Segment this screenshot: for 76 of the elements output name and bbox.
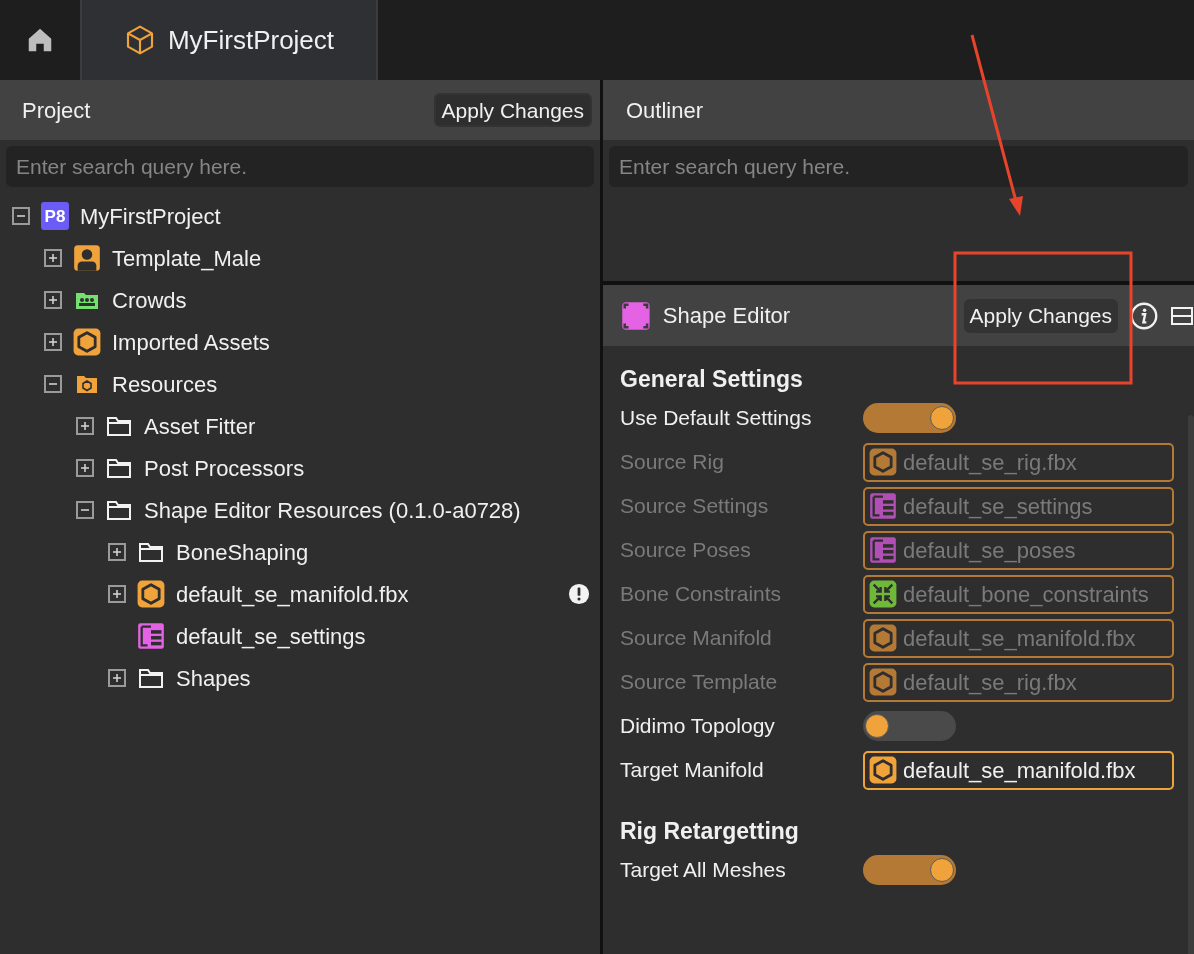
tree-item-label[interactable]: MyFirstProject [80,199,221,233]
property-label: Source Template [620,669,779,696]
search-field[interactable]: Enter search query here. [609,146,1188,187]
apply-changes-button[interactable]: Apply Changes [433,93,592,127]
tree-item-label[interactable]: Shape Editor Resources (0.1.0-a0728) [144,493,521,527]
expand-button[interactable] [108,585,126,603]
folder-icon [106,498,132,522]
panel-title: Shape Editor [662,302,792,330]
settings-file-icon [869,536,897,564]
tree-item-label[interactable]: Imported Assets [112,325,270,359]
expand-button[interactable] [44,249,62,267]
project-tab[interactable]: MyFirstProject [80,0,378,80]
settings-file-icon [869,492,897,520]
tree-item-label[interactable]: default_se_manifold.fbx [176,577,409,611]
expand-button[interactable] [108,669,126,687]
tree-item-label[interactable]: Crowds [112,283,187,317]
section-heading: General Settings [620,365,804,394]
warning-icon [568,583,590,605]
expand-button[interactable] [44,291,62,309]
expand-button[interactable] [76,459,94,477]
asset-name: default_se_settings [903,492,1093,521]
property-label: Source Rig [620,449,725,476]
section-heading: Rig Retargetting [620,817,800,846]
expand-button[interactable] [108,543,126,561]
property-label: Target All Meshes [620,857,787,884]
folder-icon [138,540,164,564]
plus-icon [48,295,58,305]
apply-changes-button[interactable]: Apply Changes [963,298,1118,333]
plus-icon [112,673,122,683]
property-label: Didimo Topology [620,713,776,740]
asset-name: default_se_rig.fbx [903,668,1077,697]
panel-title: Outliner [626,96,704,125]
tree-item-label[interactable]: BoneShaping [176,535,309,569]
search-field[interactable]: Enter search query here. [6,146,594,187]
property-label: Bone Constraints [620,581,783,608]
asset-name: default_se_manifold.fbx [903,756,1136,785]
toggle-switch[interactable] [863,403,956,433]
property-label: Target Manifold [620,757,765,784]
plus-icon [80,421,90,431]
asset-field[interactable]: default_se_manifold.fbx [863,750,1174,790]
property-label: Source Settings [620,493,770,520]
plus-icon [48,253,58,263]
folder-icon [138,666,164,690]
collapse-button[interactable] [12,207,30,225]
expand-button[interactable] [76,417,94,435]
project-badge-icon: P8 [41,202,69,230]
square-icon [621,300,651,331]
toggle-switch[interactable] [863,711,956,741]
tree-item-label[interactable]: Resources [112,367,218,401]
collapse-button[interactable] [76,501,94,519]
tree-item-label[interactable]: Shapes [176,661,251,695]
panel-title: Project [22,96,91,125]
asset-name: default_se_rig.fbx [903,448,1077,477]
asset-name: default_se_manifold.fbx [903,624,1136,653]
info-icon[interactable] [1130,301,1158,330]
folder-icon [106,456,132,480]
settings-file-icon [137,622,165,650]
property-label: Source Manifold [620,625,773,652]
property-label: Use Default Settings [620,405,813,432]
plus-icon [112,547,122,557]
collapse-button[interactable] [44,375,62,393]
tree-item-label[interactable]: Post Processors [144,451,305,485]
tree-item-label[interactable]: Asset Fitter [144,409,256,443]
expand-button[interactable] [44,333,62,351]
arrows-inward-icon [869,580,897,608]
tree-item-label[interactable]: Template_Male [112,241,262,275]
property-label: Source Poses [620,537,752,564]
folder-icon [106,414,132,438]
person-icon [73,244,101,272]
asset-name: default_bone_constraints [903,580,1149,609]
toggle-switch[interactable] [863,855,956,885]
tree-item-label[interactable]: default_se_settings [176,619,366,653]
plus-icon [112,589,122,599]
asset-name: default_se_poses [903,536,1076,565]
plus-icon [48,337,58,347]
plus-icon [80,463,90,473]
